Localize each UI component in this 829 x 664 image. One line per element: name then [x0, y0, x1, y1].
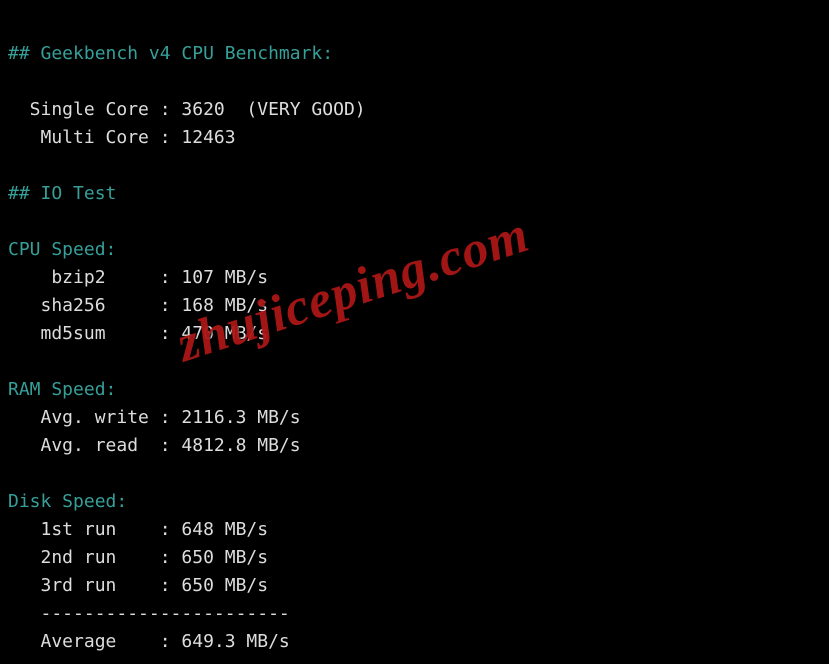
- disk-run1-value: 648 MB/s: [181, 519, 268, 540]
- disk-avg-value: 649.3 MB/s: [181, 631, 289, 652]
- ram-write-value: 2116.3 MB/s: [181, 407, 300, 428]
- geekbench-heading: ## Geekbench v4 CPU Benchmark:: [8, 43, 333, 64]
- disk-run3-label: 3rd run :: [8, 575, 181, 596]
- cpu-sha256-label: sha256 :: [8, 295, 181, 316]
- disk-divider: -----------------------: [8, 603, 290, 624]
- terminal-output: ## Geekbench v4 CPU Benchmark: Single Co…: [0, 0, 829, 664]
- cpu-md5sum-value: 470 MB/s: [181, 323, 268, 344]
- ram-read-label: Avg. read :: [8, 435, 181, 456]
- disk-run2-label: 2nd run :: [8, 547, 181, 568]
- cpu-sha256-value: 168 MB/s: [181, 295, 268, 316]
- ram-read-value: 4812.8 MB/s: [181, 435, 300, 456]
- disk-avg-label: Average :: [8, 631, 181, 652]
- single-core-value: 3620 (VERY GOOD): [181, 99, 365, 120]
- multi-core-value: 12463: [181, 127, 235, 148]
- disk-run2-value: 650 MB/s: [181, 547, 268, 568]
- cpu-speed-heading: CPU Speed:: [8, 239, 116, 260]
- cpu-bzip2-value: 107 MB/s: [181, 267, 268, 288]
- disk-speed-heading: Disk Speed:: [8, 491, 127, 512]
- cpu-md5sum-label: md5sum :: [8, 323, 181, 344]
- single-core-label: Single Core :: [8, 99, 181, 120]
- ram-write-label: Avg. write :: [8, 407, 181, 428]
- io-test-heading: ## IO Test: [8, 183, 116, 204]
- cpu-bzip2-label: bzip2 :: [8, 267, 181, 288]
- disk-run1-label: 1st run :: [8, 519, 181, 540]
- multi-core-label: Multi Core :: [8, 127, 181, 148]
- disk-run3-value: 650 MB/s: [181, 575, 268, 596]
- ram-speed-heading: RAM Speed:: [8, 379, 116, 400]
